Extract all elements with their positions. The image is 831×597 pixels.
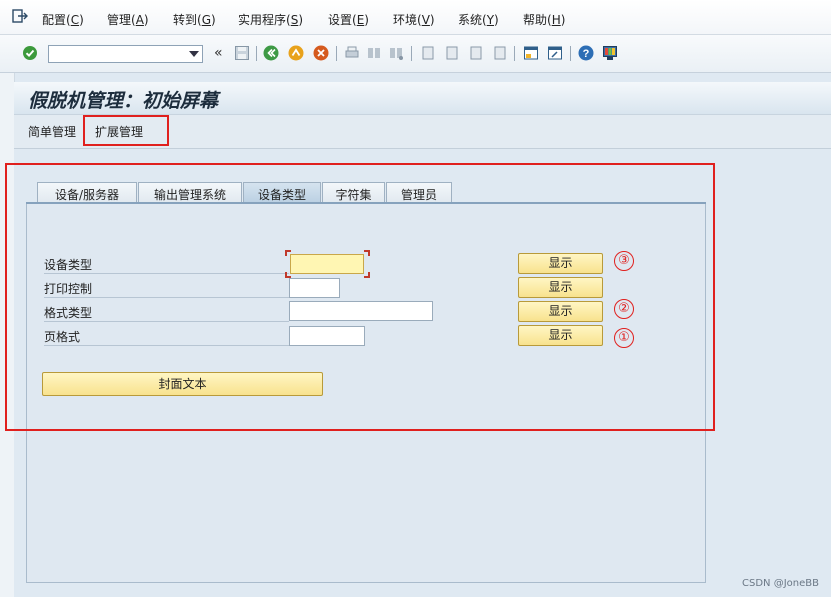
menu-hotkey: V [421,13,430,27]
simple-admin-button[interactable]: 简单管理 [28,123,76,140]
format-type-label: 格式类型 [44,304,289,322]
left-frame-edge [0,73,15,597]
page-format-input[interactable] [289,326,365,346]
focus-corner [364,272,370,278]
page-format-label: 页格式 [44,328,289,346]
chevron-down-icon[interactable] [189,51,199,57]
first-page-icon[interactable] [420,45,436,61]
focus-corner [364,250,370,256]
toolbar-separator [256,46,257,61]
exit-icon[interactable] [288,45,304,61]
menu-label: 环境( [393,13,422,27]
command-input[interactable] [52,47,186,63]
extended-admin-button[interactable]: 扩展管理 [95,123,143,140]
menu-label-tail: ) [494,13,499,27]
new-session-icon[interactable] [523,45,539,61]
show-print-control-button[interactable]: 显示 [518,277,603,298]
toolbar-separator [514,46,515,61]
back-icon[interactable] [263,45,279,61]
svg-text:?: ? [583,48,590,60]
print-icon[interactable] [344,45,360,61]
annotation-marker: ① [614,328,634,348]
menu-label-tail: ) [298,13,303,27]
last-page-icon[interactable] [492,45,508,61]
device-type-label: 设备类型 [44,256,289,274]
tab-device-server[interactable]: 设备/服务器 [37,182,137,204]
find-next-icon[interactable] [388,45,404,61]
standard-toolbar: « ? [0,35,831,73]
tab-strip-line [26,202,706,204]
menu-label-tail: ) [143,13,149,27]
menu-manage[interactable]: 管理(A) [107,11,149,28]
cover-text-button[interactable]: 封面文本 [42,372,323,396]
find-icon[interactable] [366,45,382,61]
menu-goto[interactable]: 转到(G) [173,11,216,28]
customize-layout-icon[interactable] [602,45,618,61]
annotation-marker: ② [614,299,634,319]
menu-label: 系统( [458,13,487,27]
shortcut-icon[interactable] [547,45,563,61]
menu-hotkey: H [551,13,561,27]
menu-hotkey: G [201,13,211,27]
focus-corner [285,250,291,256]
device-type-input[interactable] [290,254,364,274]
menu-label-tail: ) [211,13,216,27]
menu-label-tail: ) [429,13,435,27]
tab-charset[interactable]: 字符集 [322,182,385,204]
menu-label: 管理( [107,13,136,27]
format-type-input[interactable] [289,301,433,321]
menu-utilities[interactable]: 实用程序(S) [238,11,303,28]
command-field[interactable] [48,45,203,63]
menu-label: 实用程序( [238,13,291,27]
show-device-type-button[interactable]: 显示 [518,253,603,274]
enter-check-icon[interactable] [22,45,38,61]
watermark-text: CSDN @JoneBB [742,578,819,589]
menu-help[interactable]: 帮助(H) [523,11,565,28]
application-toolbar: 简单管理 扩展管理 [14,115,831,149]
menu-label: 帮助( [523,13,552,27]
help-icon[interactable]: ? [578,45,594,61]
annotation-marker: ③ [614,251,634,271]
print-control-input[interactable] [289,278,340,298]
menu-label: 转到( [173,13,202,27]
show-page-format-button[interactable]: 显示 [518,325,603,346]
menu-label: 配置( [42,13,71,27]
menu-hotkey: Y [486,13,495,27]
menu-hotkey: C [70,13,80,27]
cancel-icon[interactable] [313,45,329,61]
menu-hotkey: A [135,13,144,27]
tab-output-management[interactable]: 输出管理系统 [138,182,242,204]
menu-label-tail: ) [79,13,84,27]
menu-system[interactable]: 系统(Y) [458,11,499,28]
menu-label: 设置( [328,13,357,27]
title-bar: 假脱机管理：初始屏幕 [14,82,831,115]
toolbar-separator [336,46,337,61]
menu-label-tail: ) [560,13,566,27]
show-format-type-button[interactable]: 显示 [518,301,603,322]
menu-bar: 配置(C) 管理(A) 转到(G) 实用程序(S) 设置(E) 环境(V) 系统… [0,0,831,35]
toolbar-separator [411,46,412,61]
menu-label-tail: ) [364,13,369,27]
collapse-icon[interactable]: « [214,45,223,61]
menu-config[interactable]: 配置(C) [42,11,84,28]
tab-administrator[interactable]: 管理员 [386,182,452,204]
tab-device-type[interactable]: 设备类型 [243,182,321,204]
page-title: 假脱机管理：初始屏幕 [28,90,219,112]
next-page-icon[interactable] [468,45,484,61]
print-control-label: 打印控制 [44,280,289,298]
exit-menu-icon[interactable] [12,9,28,23]
save-icon[interactable] [234,45,250,61]
menu-environment[interactable]: 环境(V) [393,11,435,28]
toolbar-separator [570,46,571,61]
prev-page-icon[interactable] [444,45,460,61]
menu-settings[interactable]: 设置(E) [328,11,369,28]
